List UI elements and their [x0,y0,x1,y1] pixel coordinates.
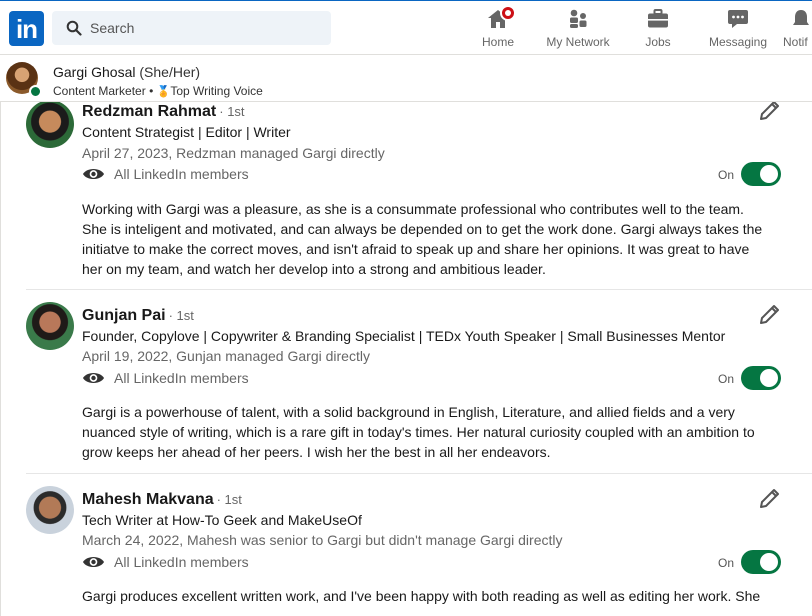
recommendation-text: Gargi produces excellent written work, a… [82,588,761,604]
recommendation-date: April 19, 2022, Gunjan managed Gargi dir… [82,348,370,364]
divider [26,289,812,290]
search-icon [66,20,82,36]
profile-sticky-bar: Gargi Ghosal (She/Her) Content Marketer … [0,54,812,102]
recommender-headline: Tech Writer at How-To Geek and MakeUseOf [82,512,362,528]
eye-icon [82,556,105,568]
profile-name: Gargi Ghosal [53,64,136,80]
home-icon [486,5,516,31]
search-bar[interactable] [52,11,331,45]
nav-notifications-label: Notif [783,35,808,49]
nav-my-network-label: My Network [546,35,610,49]
nav-jobs-label: Jobs [645,35,671,49]
eye-icon [82,168,105,180]
toggle-label: On [718,168,735,182]
profile-name-line: Gargi Ghosal (She/Her) [53,64,200,80]
recommender-name-line[interactable]: Gunjan Pai · 1st [82,307,194,325]
nav-jobs[interactable]: Jobs [643,7,673,53]
nav-messaging[interactable]: Messaging [708,7,768,53]
recommender-headline: Founder, Copylove | Copywriter & Brandin… [82,328,726,344]
visibility-label: All LinkedIn members [114,166,249,182]
connection-degree: · 1st [216,492,242,507]
recommender-name[interactable]: Mahesh Makvana [82,491,214,508]
card-border [0,102,1,616]
recommender-avatar[interactable] [26,102,74,148]
recommender-name-line[interactable]: Mahesh Makvana · 1st [82,491,242,509]
recommender-avatar[interactable] [26,486,74,534]
divider [26,473,812,474]
visibility-toggle[interactable] [741,366,781,390]
recommendation-text: Working with Gargi was a pleasure, as sh… [82,201,763,277]
edit-pencil-icon[interactable] [758,302,782,326]
nav-home-label: Home [481,35,514,49]
search-input[interactable] [90,11,320,45]
profile-title: Content Marketer [53,84,146,98]
chat-icon [726,7,750,31]
bell-icon [789,7,812,31]
recommendation-date: April 27, 2023, Redzman managed Gargi di… [82,145,385,161]
network-icon [566,7,590,31]
eye-icon [82,372,105,384]
recommender-name-line[interactable]: Redzman Rahmat · 1st [82,103,245,121]
recommender-name[interactable]: Gunjan Pai [82,307,166,324]
profile-badge: Top Writing Voice [170,84,263,98]
top-navigation: in Home My Network [0,0,812,54]
profile-subtitle: Content Marketer • 🏅Top Writing Voice [53,84,263,98]
recommender-avatar[interactable] [26,302,74,350]
nav-my-network[interactable]: My Network [545,7,611,53]
toggle-label: On [718,372,735,386]
recommendations-card: Redzman Rahmat · 1st Content Strategist |… [0,102,812,616]
profile-pronouns: (She/Her) [139,64,201,80]
recommender-name[interactable]: Redzman Rahmat [82,103,216,120]
nav-messaging-label: Messaging [708,35,768,49]
linkedin-logo[interactable]: in [9,11,44,46]
separator: • [149,84,154,98]
online-status-dot [29,85,42,98]
briefcase-icon [646,7,670,31]
toggle-label: On [718,556,735,570]
connection-degree: · 1st [219,104,245,119]
visibility-label: All LinkedIn members [114,370,249,386]
visibility-toggle[interactable] [741,162,781,186]
nav-home[interactable]: Home [481,5,516,53]
medal-icon: 🏅 [156,86,171,98]
nav-notifications[interactable]: Notif [783,7,812,53]
visibility-label: All LinkedIn members [114,554,249,570]
visibility-toggle[interactable] [741,550,781,574]
edit-pencil-icon[interactable] [758,102,782,122]
notification-badge [500,5,516,21]
recommendation-date: March 24, 2022, Mahesh was senior to Gar… [82,532,563,548]
recommendation-text: Gargi is a powerhouse of talent, with a … [82,404,755,460]
connection-degree: · 1st [168,308,194,323]
recommender-headline: Content Strategist | Editor | Writer [82,124,291,140]
edit-pencil-icon[interactable] [758,486,782,510]
